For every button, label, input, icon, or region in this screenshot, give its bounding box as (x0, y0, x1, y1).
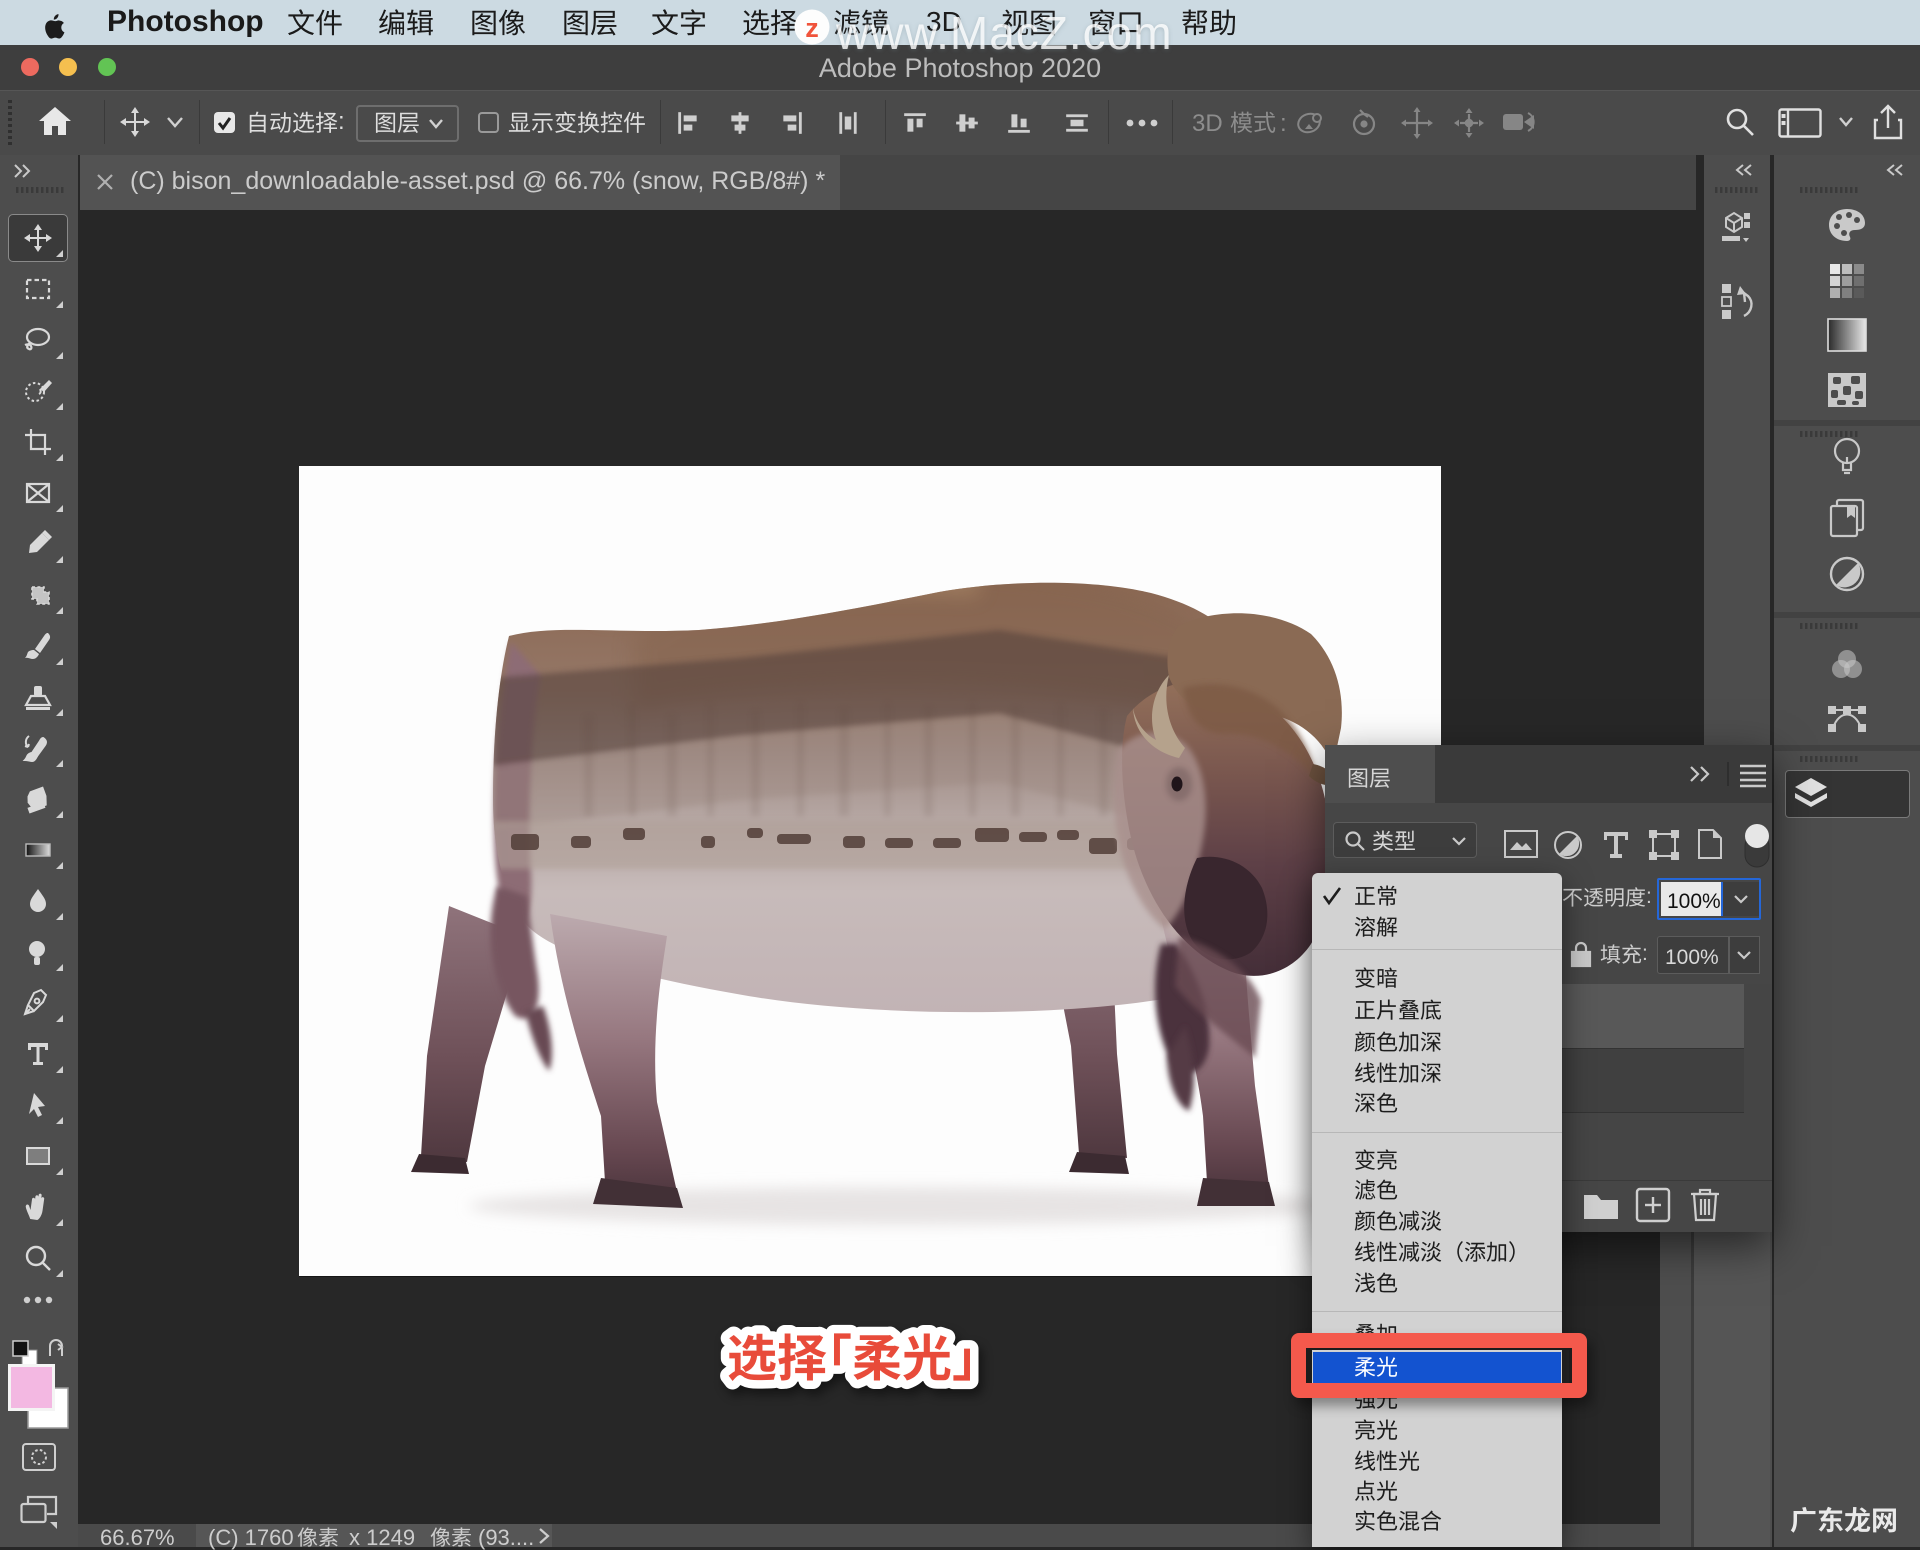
svg-text:z: z (805, 13, 819, 43)
